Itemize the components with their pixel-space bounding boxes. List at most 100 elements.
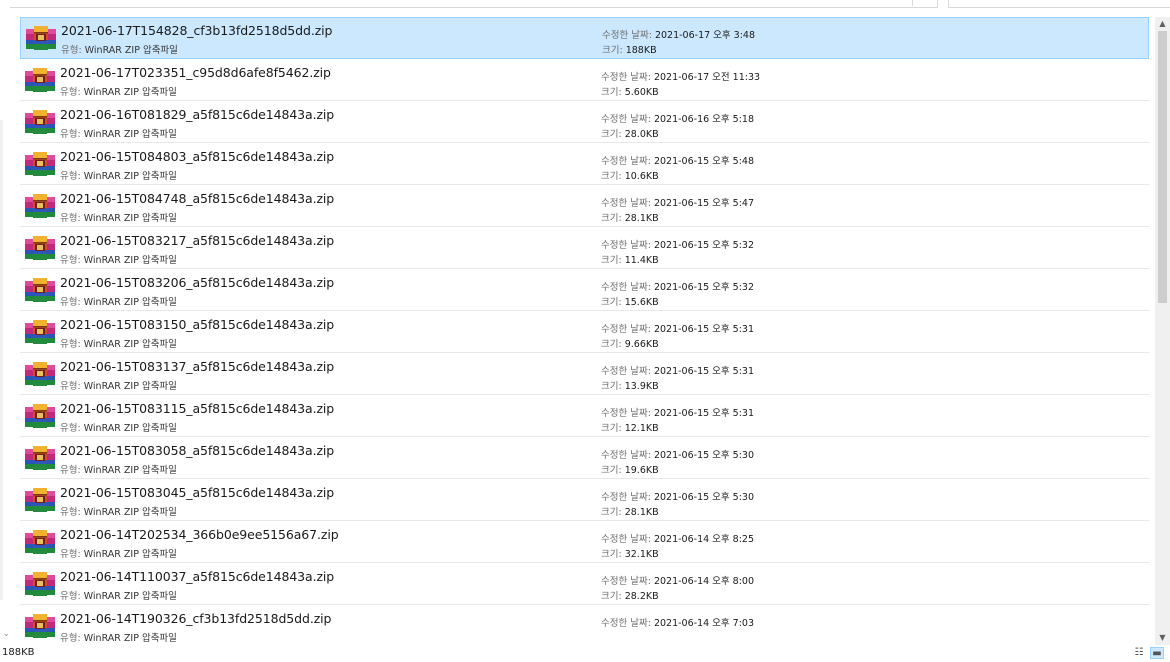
- file-name: 2021-06-15T083058_a5f815c6de14843a.zip: [60, 443, 335, 458]
- file-size-value: 19.6KB: [624, 465, 659, 476]
- file-size: 크기: 28.2KB: [601, 588, 659, 602]
- file-date-value: 2021-06-15 오후 5:47: [653, 198, 755, 209]
- type-label: 유형:: [60, 297, 81, 308]
- file-row[interactable]: 2021-06-15T083217_a5f815c6de14843a.zip 유형…: [20, 227, 1149, 269]
- file-date-value: 2021-06-15 오후 5:31: [653, 366, 755, 377]
- scroll-down-icon[interactable]: ▼: [1155, 631, 1170, 645]
- file-type: 유형: WinRAR ZIP 압축파일: [60, 504, 177, 518]
- file-size-value: 10.6KB: [624, 171, 659, 182]
- file-type-value: WinRAR ZIP 압축파일: [83, 633, 177, 644]
- file-size: 크기: 188KB: [602, 42, 657, 56]
- file-name: 2021-06-17T154828_cf3b13fd2518d5dd.zip: [61, 23, 333, 38]
- file-modified: 수정한 날짜: 2021-06-15 오후 5:31: [601, 363, 754, 377]
- modified-label: 수정한 날짜:: [601, 156, 651, 167]
- file-type-value: WinRAR ZIP 압축파일: [83, 423, 177, 434]
- file-row[interactable]: 2021-06-15T083045_a5f815c6de14843a.zip 유형…: [20, 479, 1149, 521]
- file-type-value: WinRAR ZIP 압축파일: [83, 381, 177, 392]
- file-row[interactable]: 2021-06-15T084803_a5f815c6de14843a.zip 유형…: [20, 143, 1149, 185]
- type-label: 유형:: [61, 45, 82, 56]
- file-size-value: 28.2KB: [624, 591, 659, 602]
- file-size: 크기: 15.6KB: [601, 294, 659, 308]
- file-size: 크기: 28.1KB: [601, 210, 659, 224]
- file-size-value: 11.4KB: [624, 255, 659, 266]
- file-name: 2021-06-14T190326_cf3b13fd2518d5dd.zip: [60, 611, 332, 626]
- file-modified: 수정한 날짜: 2021-06-15 오후 5:32: [601, 279, 754, 293]
- file-type-value: WinRAR ZIP 압축파일: [83, 297, 177, 308]
- file-row[interactable]: 2021-06-15T083150_a5f815c6de14843a.zip 유형…: [20, 311, 1149, 353]
- file-row[interactable]: 2021-06-15T083115_a5f815c6de14843a.zip 유형…: [20, 395, 1149, 437]
- tiles-view-icon[interactable]: ▬: [1150, 647, 1164, 659]
- file-type: 유형: WinRAR ZIP 압축파일: [60, 378, 177, 392]
- file-size: 크기: 11.4KB: [601, 252, 659, 266]
- search-box[interactable]: [948, 0, 1170, 8]
- file-row[interactable]: 2021-06-15T083137_a5f815c6de14843a.zip 유형…: [20, 353, 1149, 395]
- size-label: 크기:: [601, 297, 622, 308]
- file-name: 2021-06-15T084748_a5f815c6de14843a.zip: [60, 191, 335, 206]
- winrar-archive-icon: [25, 446, 55, 470]
- file-type: 유형: WinRAR ZIP 압축파일: [60, 294, 177, 308]
- file-name: 2021-06-17T023351_c95d8d6afe8f5462.zip: [60, 65, 331, 80]
- winrar-archive-icon: [25, 530, 55, 554]
- file-row[interactable]: 2021-06-15T083206_a5f815c6de14843a.zip 유형…: [20, 269, 1149, 311]
- size-label: 크기:: [601, 465, 622, 476]
- address-bar[interactable]: [0, 0, 938, 8]
- file-type-value: WinRAR ZIP 압축파일: [83, 255, 177, 266]
- file-name: 2021-06-15T083045_a5f815c6de14843a.zip: [60, 485, 335, 500]
- file-size: 크기: 28.0KB: [601, 126, 659, 140]
- toolbar-strip: [0, 0, 1170, 8]
- file-date-value: 2021-06-16 오후 5:18: [653, 114, 755, 125]
- scroll-thumb[interactable]: [1158, 31, 1167, 303]
- file-modified: 수정한 날짜: 2021-06-15 오후 5:31: [601, 321, 754, 335]
- type-label: 유형:: [60, 549, 81, 560]
- file-type-value: WinRAR ZIP 압축파일: [83, 171, 177, 182]
- file-row[interactable]: 2021-06-14T202534_366b0e9ee5156a67.zip 유형…: [20, 521, 1149, 563]
- file-row[interactable]: 2021-06-15T083058_a5f815c6de14843a.zip 유형…: [20, 437, 1149, 479]
- nav-pane-arrow-icon[interactable]: ⌄: [3, 630, 10, 638]
- file-size: 크기: 5.60KB: [601, 84, 659, 98]
- file-type-value: WinRAR ZIP 압축파일: [84, 45, 178, 56]
- file-modified: 수정한 날짜: 2021-06-15 오후 5:47: [601, 195, 754, 209]
- size-label: 크기:: [602, 45, 623, 56]
- file-type: 유형: WinRAR ZIP 압축파일: [60, 588, 177, 602]
- winrar-archive-icon: [25, 614, 55, 638]
- file-date-value: 2021-06-15 오후 5:31: [653, 408, 755, 419]
- file-row[interactable]: 2021-06-16T081829_a5f815c6de14843a.zip 유형…: [20, 101, 1149, 143]
- file-modified: 수정한 날짜: 2021-06-14 오후 8:25: [601, 531, 754, 545]
- scroll-up-icon[interactable]: ▲: [1155, 17, 1170, 31]
- nav-pane-scroll-strip: [0, 120, 3, 600]
- winrar-archive-icon: [25, 110, 55, 134]
- winrar-archive-icon: [25, 278, 55, 302]
- winrar-archive-icon: [25, 236, 55, 260]
- file-size-value: 28.1KB: [624, 213, 659, 224]
- file-type-value: WinRAR ZIP 압축파일: [83, 507, 177, 518]
- file-type-value: WinRAR ZIP 압축파일: [83, 339, 177, 350]
- file-date-value: 2021-06-14 오후 7:03: [653, 618, 755, 629]
- modified-label: 수정한 날짜:: [601, 198, 651, 209]
- navigation-pane-edge: ⌄: [0, 0, 10, 645]
- details-view-icon[interactable]: ☷: [1132, 647, 1146, 659]
- modified-label: 수정한 날짜:: [601, 72, 651, 83]
- size-label: 크기:: [601, 507, 622, 518]
- file-name: 2021-06-16T081829_a5f815c6de14843a.zip: [60, 107, 335, 122]
- vertical-scrollbar[interactable]: ▲ ▼: [1155, 17, 1170, 645]
- file-size-value: 32.1KB: [624, 549, 659, 560]
- file-modified: 수정한 날짜: 2021-06-15 오후 5:30: [601, 447, 754, 461]
- file-type: 유형: WinRAR ZIP 압축파일: [60, 462, 177, 476]
- file-row[interactable]: 2021-06-17T023351_c95d8d6afe8f5462.zip 유형…: [20, 59, 1149, 101]
- file-name: 2021-06-15T083115_a5f815c6de14843a.zip: [60, 401, 335, 416]
- file-type-value: WinRAR ZIP 압축파일: [83, 591, 177, 602]
- file-type: 유형: WinRAR ZIP 압축파일: [60, 126, 177, 140]
- size-label: 크기:: [601, 213, 622, 224]
- file-modified: 수정한 날짜: 2021-06-15 오후 5:32: [601, 237, 754, 251]
- file-row[interactable]: 2021-06-15T084748_a5f815c6de14843a.zip 유형…: [20, 185, 1149, 227]
- file-row[interactable]: 2021-06-17T154828_cf3b13fd2518d5dd.zip 유형…: [20, 17, 1149, 59]
- file-row[interactable]: 2021-06-14T110037_a5f815c6de14843a.zip 유형…: [20, 563, 1149, 605]
- type-label: 유형:: [60, 255, 81, 266]
- file-type-value: WinRAR ZIP 압축파일: [83, 213, 177, 224]
- file-row[interactable]: 2021-06-14T190326_cf3b13fd2518d5dd.zip 유형…: [20, 605, 1149, 645]
- file-type: 유형: WinRAR ZIP 압축파일: [60, 546, 177, 560]
- file-size-value: 5.60KB: [624, 87, 659, 98]
- address-dropdown-button[interactable]: [912, 0, 937, 6]
- file-size: 크기: 19.6KB: [601, 462, 659, 476]
- size-label: 크기:: [601, 549, 622, 560]
